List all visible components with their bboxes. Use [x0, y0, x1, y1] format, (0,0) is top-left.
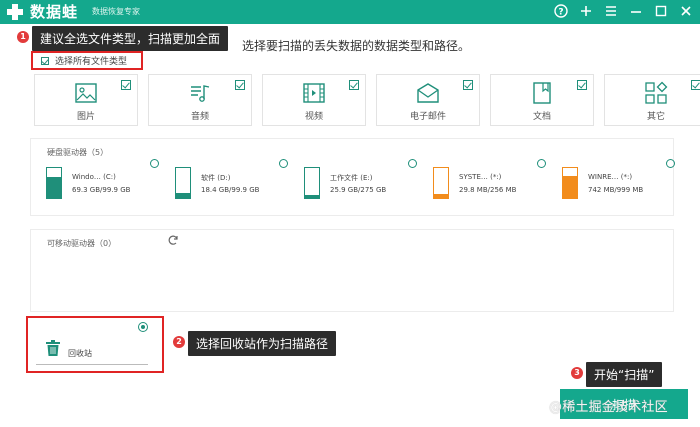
app-logo-icon [7, 4, 23, 20]
drive-usage-fill [176, 192, 190, 198]
callout-3: 开始“扫描” [586, 362, 663, 387]
drive-icon [304, 167, 320, 199]
file-type-document[interactable]: 文档 [490, 74, 594, 126]
other-icon [645, 81, 668, 104]
trash-icon [46, 340, 60, 356]
drive-radio[interactable] [408, 159, 417, 168]
drive-radio[interactable] [150, 159, 159, 168]
checkbox-checked-icon [691, 80, 700, 90]
audio-icon [191, 85, 210, 102]
recycle-bin-option[interactable]: 回收站 [26, 316, 164, 373]
app-subtitle: 数据恢复专家 [92, 7, 140, 16]
drive-radio[interactable] [279, 159, 288, 168]
recycle-bin-card: 回收站 [36, 322, 148, 365]
drive-usage-fill [563, 175, 577, 198]
checkbox-checked-icon [235, 80, 245, 90]
checkbox-checked-icon [463, 80, 473, 90]
recycle-bin-label: 回收站 [68, 349, 92, 358]
drive-icon [175, 167, 191, 199]
drive-size: 25.9 GB/275 GB [330, 186, 387, 194]
file-type-label: 电子邮件 [409, 112, 446, 122]
drive-list: Windo… (C:) 69.3 GB/99.9 GB 软件 (D:) 18.4… [46, 159, 691, 203]
drive-icon [562, 167, 578, 199]
callout-2-badge: 2 [173, 336, 185, 348]
drive-item[interactable]: SYSTE… (*:) 29.8 MB/256 MB [433, 159, 562, 203]
drive-name: 软件 (D:) [201, 174, 231, 182]
file-type-label: 图片 [76, 112, 95, 122]
drive-usage-fill [47, 177, 61, 198]
watermark: @稀土掘金技术社区 [549, 400, 668, 415]
drive-name: SYSTE… (*:) [459, 173, 502, 181]
file-type-label: 文档 [532, 112, 551, 122]
select-all-checkbox[interactable]: 选择所有文件类型 [31, 51, 143, 70]
file-type-other[interactable]: 其它 [604, 74, 700, 126]
drive-size: 29.8 MB/256 MB [459, 186, 517, 194]
drive-radio[interactable] [537, 159, 546, 168]
scan-instruction: 选择要扫描的丢失数据的数据类型和路径。 [242, 39, 471, 53]
file-type-label: 其它 [646, 112, 665, 122]
drive-size: 69.3 GB/99.9 GB [72, 186, 131, 194]
file-type-label: 音频 [190, 112, 209, 122]
refresh-icon[interactable] [167, 234, 179, 246]
menu-icon[interactable] [603, 3, 619, 19]
svg-text:?: ? [558, 8, 563, 18]
callout-1-badge: 1 [17, 31, 29, 43]
removable-drive-panel: 可移动驱动器（0） [30, 229, 674, 312]
callout-1: 建议全选文件类型，扫描更加全面 [32, 26, 229, 51]
drive-item[interactable]: Windo… (C:) 69.3 GB/99.9 GB [46, 159, 175, 203]
file-type-video[interactable]: 视频 [262, 74, 366, 126]
recycle-bin-radio[interactable] [138, 322, 148, 332]
drive-size: 742 MB/999 MB [588, 186, 644, 194]
file-type-image[interactable]: 图片 [34, 74, 138, 126]
help-icon[interactable]: ? [553, 3, 569, 19]
checkbox-checked-icon [577, 80, 587, 90]
close-icon[interactable] [678, 3, 694, 19]
checkbox-checked-icon [121, 80, 131, 90]
plus-icon[interactable] [578, 3, 594, 19]
email-icon [417, 83, 439, 103]
drive-size: 18.4 GB/99.9 GB [201, 186, 260, 194]
file-type-email[interactable]: 电子邮件 [376, 74, 480, 126]
removable-drive-title: 可移动驱动器（0） [47, 239, 117, 248]
callout-3-badge: 3 [571, 367, 583, 379]
checkbox-checked-icon [349, 80, 359, 90]
callout-2: 选择回收站作为扫描路径 [188, 331, 337, 356]
file-type-list: 图片 音频 视频 电子邮件 文档 其它 [34, 74, 700, 126]
drive-item[interactable]: 工作文件 (E:) 25.9 GB/275 GB [304, 159, 433, 203]
hard-drive-title: 硬盘驱动器（5） [47, 148, 109, 157]
drive-icon [433, 167, 449, 199]
maximize-icon[interactable] [653, 3, 669, 19]
title-bar: 数据蛙 数据恢复专家 ? [0, 0, 700, 24]
file-type-label: 视频 [304, 112, 323, 122]
select-all-label: 选择所有文件类型 [55, 57, 128, 67]
drive-item[interactable]: WINRE… (*:) 742 MB/999 MB [562, 159, 691, 203]
drive-usage-fill [434, 194, 448, 198]
drive-icon [46, 167, 62, 199]
drive-usage-fill [305, 195, 319, 198]
drive-item[interactable]: 软件 (D:) 18.4 GB/99.9 GB [175, 159, 304, 203]
drive-name: Windo… (C:) [72, 173, 116, 181]
drive-name: WINRE… (*:) [588, 173, 633, 181]
app-name: 数据蛙 [30, 3, 79, 21]
video-icon [303, 83, 325, 103]
image-icon [75, 83, 97, 103]
file-type-audio[interactable]: 音频 [148, 74, 252, 126]
checkbox-checked-icon [41, 56, 49, 65]
drive-name: 工作文件 (E:) [330, 174, 373, 182]
document-icon [533, 82, 551, 104]
window-controls: ? [553, 3, 694, 19]
minimize-icon[interactable] [628, 3, 644, 19]
hard-drive-panel: 硬盘驱动器（5） Windo… (C:) 69.3 GB/99.9 GB 软件 … [30, 138, 675, 216]
drive-radio[interactable] [666, 159, 675, 168]
